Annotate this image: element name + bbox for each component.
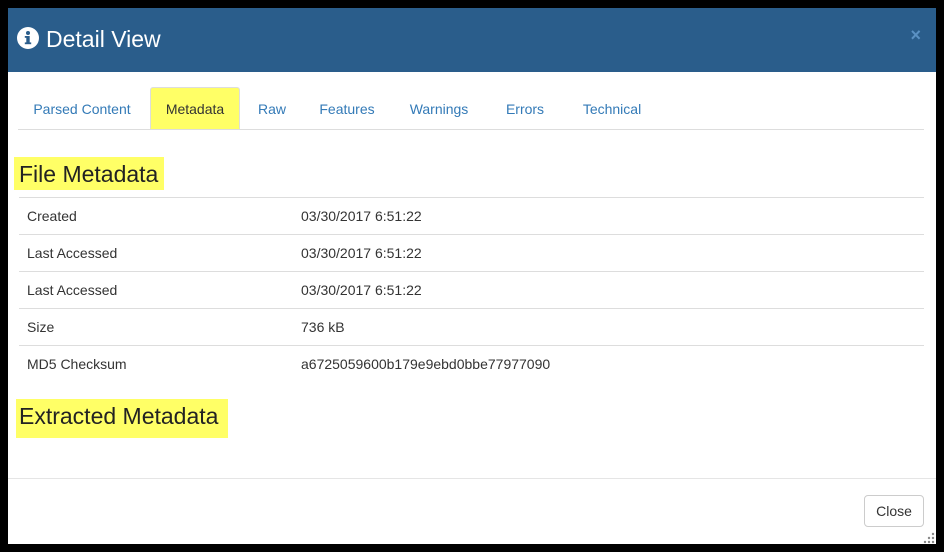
table-row: Last Accessed 03/30/2017 6:51:22 [19,271,924,308]
file-metadata-table: Created 03/30/2017 6:51:22 Last Accessed… [19,197,924,382]
detail-view-dialog: Detail View × Parsed Content Metadata Ra… [8,8,936,544]
tab-raw[interactable]: Raw [242,88,302,128]
tab-metadata[interactable]: Metadata [150,87,240,129]
metadata-value: 736 kB [301,319,345,335]
table-row: Size 736 kB [19,308,924,345]
dialog-header: Detail View × [8,8,936,72]
extracted-metadata-heading: Extracted Metadata [16,399,229,438]
metadata-key: Last Accessed [27,282,118,298]
table-row: Last Accessed 03/30/2017 6:51:22 [19,234,924,271]
info-circle-icon [17,27,39,49]
metadata-key: Created [27,208,77,224]
metadata-key: Last Accessed [27,245,118,261]
resize-grip-icon[interactable] [923,531,935,544]
table-row: Created 03/30/2017 6:51:22 [19,197,924,234]
dialog-footer: Close [8,478,936,544]
tab-features[interactable]: Features [306,88,388,128]
file-metadata-heading: File Metadata [14,157,165,190]
metadata-key: MD5 Checksum [27,356,127,372]
tab-warnings[interactable]: Warnings [392,88,486,128]
metadata-value: a6725059600b179e9ebd0bbe77977090 [301,356,551,372]
tab-technical[interactable]: Technical [564,88,660,128]
tab-parsed-content[interactable]: Parsed Content [18,88,146,128]
dialog-title: Detail View [46,26,161,52]
metadata-value: 03/30/2017 6:51:22 [301,245,422,261]
metadata-key: Size [27,319,55,335]
close-icon[interactable]: × [910,25,921,45]
tab-errors[interactable]: Errors [490,88,560,128]
metadata-value: 03/30/2017 6:51:22 [301,282,422,298]
tab-bar: Parsed Content Metadata Raw Features War… [18,87,924,130]
metadata-value: 03/30/2017 6:51:22 [301,208,422,224]
close-button[interactable]: Close [864,495,924,527]
table-row: MD5 Checksum a6725059600b179e9ebd0bbe779… [19,345,924,382]
